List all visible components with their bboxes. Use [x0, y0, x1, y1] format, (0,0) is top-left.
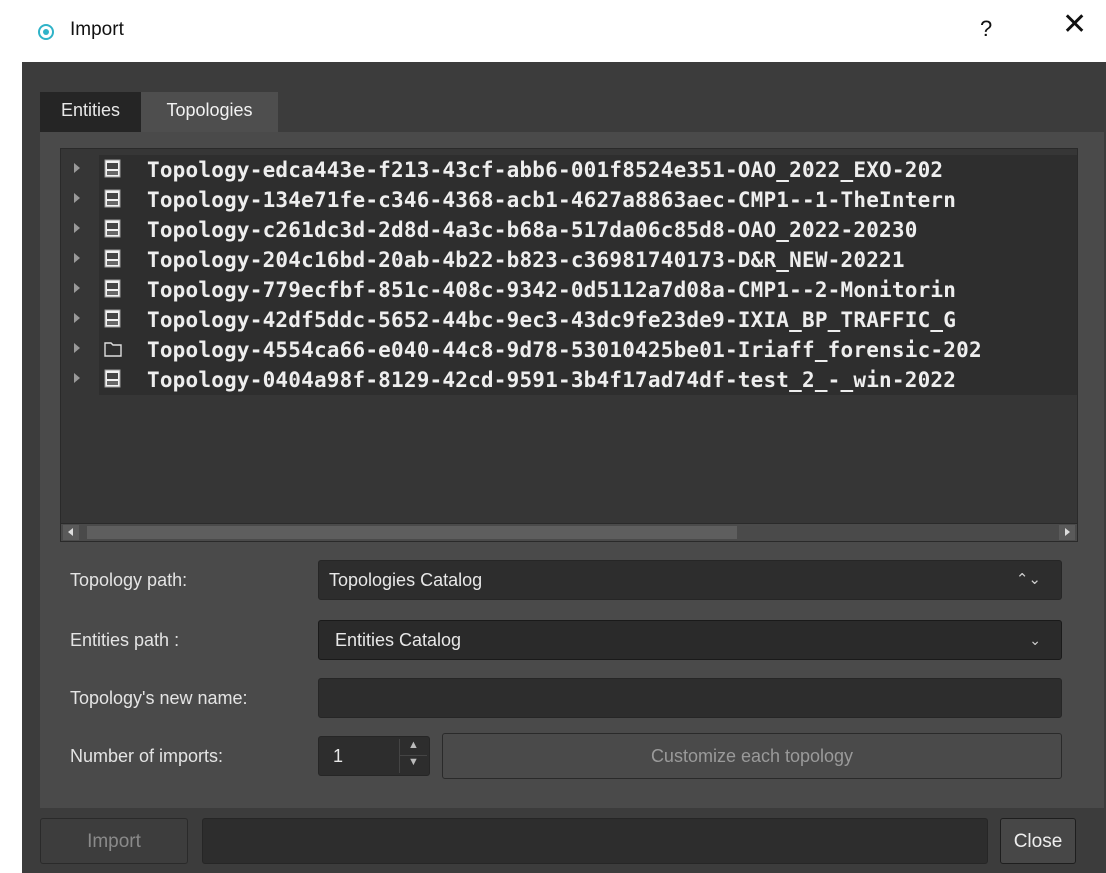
close-button[interactable]: Close [1000, 818, 1076, 864]
imports-count-spinbox[interactable]: 1 ▲ ▼ [318, 736, 430, 776]
tree-row-label: Topology-4554ca66-e040-44c8-9d78-5301042… [147, 338, 982, 362]
topology-tree[interactable]: Topology-edca443e-f213-43cf-abb6-001f852… [60, 148, 1078, 542]
scroll-right-arrow-icon[interactable] [1059, 525, 1075, 540]
updown-chevron-icon: ⌃⌄ [1015, 571, 1041, 588]
topologies-panel: Topology-edca443e-f213-43cf-abb6-001f852… [40, 132, 1104, 808]
tree-row-label: Topology-134e71fe-c346-4368-acb1-4627a88… [147, 188, 957, 212]
tree-row-label: Topology-204c16bd-20ab-4b22-b823-c369817… [147, 248, 905, 272]
expand-arrow-icon[interactable] [74, 223, 80, 233]
tree-row[interactable]: Topology-134e71fe-c346-4368-acb1-4627a88… [61, 185, 1077, 215]
topology-file-icon [103, 279, 123, 299]
expand-arrow-icon[interactable] [74, 193, 80, 203]
spin-down-icon[interactable]: ▼ [400, 756, 427, 773]
folder-icon [103, 339, 123, 359]
expand-arrow-icon[interactable] [74, 373, 80, 383]
tab-entities[interactable]: Entities [40, 92, 141, 132]
tree-row-label: Topology-c261dc3d-2d8d-4a3c-b68a-517da06… [147, 218, 918, 242]
dialog-body: Entities Topologies Topology-edca443e-f2… [22, 62, 1106, 873]
expand-arrow-icon[interactable] [74, 283, 80, 293]
customize-each-topology-button[interactable]: Customize each topology [442, 733, 1062, 779]
topology-file-icon [103, 219, 123, 239]
tree-row-label: Topology-0404a98f-8129-42cd-9591-3b4f17a… [147, 368, 957, 392]
topology-path-label: Topology path: [70, 570, 188, 590]
topology-file-icon [103, 249, 123, 269]
dialog-title: Import [70, 19, 124, 40]
topology-file-icon [103, 159, 123, 179]
entities-path-combo[interactable]: Entities Catalog ⌄ [318, 620, 1062, 660]
spin-buttons: ▲ ▼ [399, 739, 427, 773]
new-name-input[interactable] [318, 678, 1062, 718]
close-window-button[interactable]: ✕ [1062, 10, 1087, 40]
expand-arrow-icon[interactable] [74, 163, 80, 173]
import-button[interactable]: Import [40, 818, 188, 864]
tree-row[interactable]: Topology-0404a98f-8129-42cd-9591-3b4f17a… [61, 365, 1077, 395]
horizontal-scrollbar[interactable] [61, 523, 1077, 541]
tree-row[interactable]: Topology-edca443e-f213-43cf-abb6-001f852… [61, 155, 1077, 185]
expand-arrow-icon[interactable] [74, 313, 80, 323]
expand-arrow-icon[interactable] [74, 253, 80, 263]
chevron-down-icon: ⌄ [1029, 632, 1041, 648]
imports-count-value: 1 [333, 746, 344, 766]
tree-row-label: Topology-779ecfbf-851c-408c-9342-0d5112a… [147, 278, 957, 302]
tab-topologies[interactable]: Topologies [141, 92, 278, 132]
tree-row[interactable]: Topology-779ecfbf-851c-408c-9342-0d5112a… [61, 275, 1077, 305]
tree-row-label: Topology-42df5ddc-5652-44bc-9ec3-43dc9fe… [147, 308, 957, 332]
title-bar: Import ? ✕ [22, 0, 1106, 62]
tree-row[interactable]: Topology-204c16bd-20ab-4b22-b823-c369817… [61, 245, 1077, 275]
spin-up-icon[interactable]: ▲ [400, 739, 427, 756]
topology-file-icon [103, 369, 123, 389]
tree-row-label: Topology-edca443e-f213-43cf-abb6-001f852… [147, 158, 944, 182]
scroll-left-arrow-icon[interactable] [63, 525, 79, 540]
help-button[interactable]: ? [980, 16, 992, 42]
topology-file-icon [103, 309, 123, 329]
entities-path-label: Entities path : [70, 630, 180, 650]
topology-path-combo[interactable]: Topologies Catalog ⌃⌄ [318, 560, 1062, 600]
new-name-label: Topology's new name: [70, 688, 248, 708]
topology-path-value: Topologies Catalog [329, 570, 483, 590]
topology-file-icon [103, 189, 123, 209]
tree-row[interactable]: Topology-4554ca66-e040-44c8-9d78-5301042… [61, 335, 1077, 365]
entities-path-value: Entities Catalog [335, 630, 462, 650]
scrollbar-thumb[interactable] [87, 526, 737, 539]
tree-row[interactable]: Topology-c261dc3d-2d8d-4a3c-b68a-517da06… [61, 215, 1077, 245]
status-field [202, 818, 988, 864]
imports-count-label: Number of imports: [70, 746, 224, 766]
app-logo-icon [38, 24, 54, 40]
tree-row[interactable]: Topology-42df5ddc-5652-44bc-9ec3-43dc9fe… [61, 305, 1077, 335]
expand-arrow-icon[interactable] [74, 343, 80, 353]
